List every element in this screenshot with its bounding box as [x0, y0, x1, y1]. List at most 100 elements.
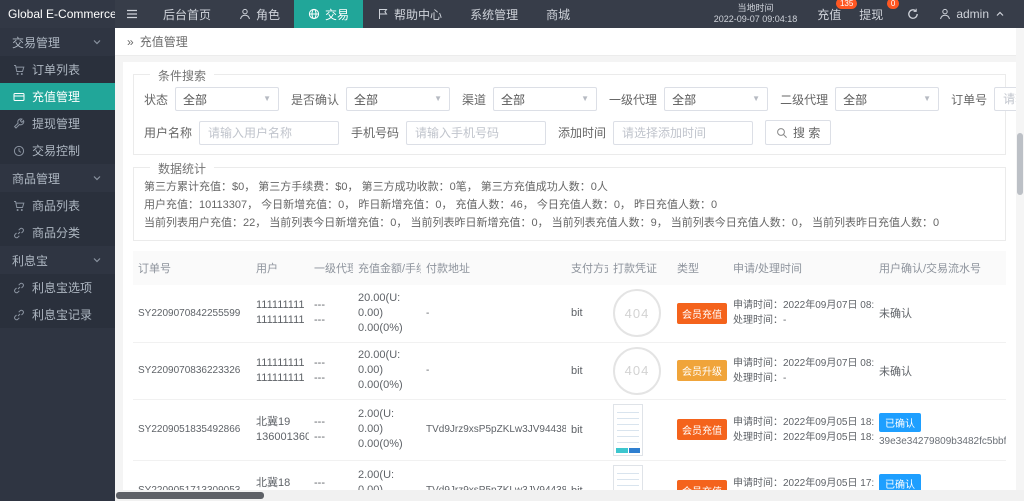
- type-cell: 会员升级: [672, 342, 728, 399]
- agent2: ---: [314, 430, 348, 445]
- recharge-notifications[interactable]: 充值 135: [817, 6, 841, 23]
- type-badge: 会员充值: [677, 480, 727, 490]
- agent2: ---: [314, 371, 348, 386]
- breadcrumb: » 充值管理: [115, 28, 1024, 56]
- type-cell: 会员充值: [672, 285, 728, 342]
- phone-input[interactable]: [406, 121, 546, 145]
- agent1: ---: [314, 298, 348, 313]
- confirm-select-value: 全部: [354, 91, 378, 108]
- sidebar-section-goods[interactable]: 商品管理: [0, 164, 115, 192]
- nav-roles[interactable]: 角色: [225, 0, 294, 28]
- col-user: 用户: [251, 251, 309, 285]
- add-time-input[interactable]: [613, 121, 753, 145]
- vertical-scrollbar[interactable]: [1016, 28, 1024, 490]
- clock-icon: [13, 145, 25, 157]
- chevron-up-icon: [994, 8, 1006, 20]
- col-pay-method: 支付方式: [566, 251, 608, 285]
- agent2-select[interactable]: 全部 ▼: [835, 87, 939, 111]
- pay-address: -: [421, 285, 566, 342]
- topbar-right: 当地时间 2022-09-07 09:04:18 充值 135 提现 0 adm…: [714, 0, 1024, 28]
- sidebar-item-interest-records[interactable]: 利息宝记录: [0, 301, 115, 328]
- nav-help-center[interactable]: 帮助中心: [363, 0, 456, 28]
- status-select-value: 全部: [183, 91, 207, 108]
- nav-trade[interactable]: 交易: [294, 0, 363, 28]
- col-amount-fee: 充值金额/手续费: [353, 251, 421, 285]
- user-phone: 111111111: [256, 313, 304, 328]
- sidebar-item-interest-options[interactable]: 利息宝选项: [0, 274, 115, 301]
- sidebar-toggle-icon[interactable]: [115, 0, 149, 28]
- order-no: SY2209070836223326: [133, 342, 251, 399]
- vertical-scrollbar-thumb[interactable]: [1017, 133, 1023, 195]
- chevron-down-icon: [91, 36, 103, 48]
- pay-method: bit: [566, 285, 608, 342]
- link-icon: [13, 227, 25, 239]
- stats-panel: 数据统计 第三方累计充值：$0， 第三方手续费：$0， 第三方成功收款：0笔， …: [133, 167, 1006, 241]
- confirm-cell: 未确认: [874, 285, 1006, 342]
- cart-icon: [13, 64, 25, 76]
- nav-dashboard[interactable]: 后台首页: [149, 0, 225, 28]
- sidebar-item-goods-category-label: 商品分类: [32, 224, 80, 241]
- nav-system[interactable]: 系统管理: [456, 0, 532, 28]
- recharge-count-badge: 135: [836, 0, 857, 9]
- caret-down-icon: ▼: [752, 95, 760, 103]
- confirm-select[interactable]: 全部 ▼: [346, 87, 450, 111]
- link-icon: [13, 309, 25, 321]
- confirm-status: 未确认: [879, 308, 912, 320]
- confirmed-badge: 已确认: [879, 413, 921, 432]
- content-card: 条件搜索 状态 全部 ▼ 是否确认 全部 ▼ 渠道: [123, 62, 1016, 490]
- horizontal-scrollbar[interactable]: [115, 490, 1024, 501]
- user-name: 北冀18: [256, 476, 304, 491]
- sidebar-item-goods-category[interactable]: 商品分类: [0, 219, 115, 246]
- top-navigation: 后台首页 角色 交易 帮助中心 系统管理 商城: [149, 0, 584, 28]
- sidebar-item-withdraw-mgmt[interactable]: 提现管理: [0, 110, 115, 137]
- order-no-input[interactable]: [994, 87, 1016, 111]
- status-select[interactable]: 全部 ▼: [175, 87, 279, 111]
- sidebar-item-trade-control[interactable]: 交易控制: [0, 137, 115, 164]
- pay-address: TVd9Jrz9xsP5pZKLw3JV94438a9sUE7Njm: [421, 399, 566, 460]
- stats-line-1: 第三方累计充值：$0， 第三方手续费：$0， 第三方成功收款：0笔， 第三方充值…: [144, 180, 995, 195]
- nav-roles-label: 角色: [256, 6, 280, 23]
- voucher-thumbnail[interactable]: [613, 404, 643, 456]
- sidebar-item-order-list[interactable]: 订单列表: [0, 56, 115, 83]
- user-icon: [939, 8, 951, 20]
- confirm-cell: 未确认: [874, 342, 1006, 399]
- user-menu[interactable]: admin: [929, 7, 1016, 21]
- sidebar: 交易管理 订单列表 充值管理 提现管理 交易控制 商品管理 商品列表 商品分类 …: [0, 28, 115, 501]
- page-title: 充值管理: [140, 33, 188, 50]
- refresh-button[interactable]: [897, 8, 929, 20]
- stats-panel-legend: 数据统计: [150, 160, 214, 177]
- filter-row-1: 状态 全部 ▼ 是否确认 全部 ▼ 渠道 全部: [144, 87, 995, 111]
- cart-icon: [13, 200, 25, 212]
- caret-down-icon: ▼: [923, 95, 931, 103]
- nav-dashboard-label: 后台首页: [163, 6, 211, 23]
- filter-confirm: 是否确认 全部 ▼: [291, 87, 450, 111]
- search-button[interactable]: 搜 索: [765, 120, 831, 145]
- recharge-table: 订单号 用户 一级代理/二级代理 充值金额/手续费 付款地址 支付方式 打款凭证…: [133, 251, 1006, 490]
- sidebar-section-interest[interactable]: 利息宝: [0, 246, 115, 274]
- agents-cell: --- ---: [309, 342, 353, 399]
- filter-status: 状态 全部 ▼: [144, 87, 279, 111]
- pay-method: bit: [566, 342, 608, 399]
- status-label: 状态: [144, 91, 168, 108]
- voucher-cell: 404: [608, 342, 672, 399]
- voucher-thumbnail[interactable]: [613, 465, 643, 491]
- filter-agent1: 一级代理 全部 ▼: [609, 87, 768, 111]
- user-cell: 北冀18 13600136018: [251, 460, 309, 490]
- username-input[interactable]: [199, 121, 339, 145]
- filter-phone: 手机号码: [351, 121, 546, 145]
- channel-select[interactable]: 全部 ▼: [493, 87, 597, 111]
- nav-mall[interactable]: 商城: [532, 0, 584, 28]
- sidebar-item-recharge-mgmt[interactable]: 充值管理: [0, 83, 115, 110]
- sidebar-item-goods-list[interactable]: 商品列表: [0, 192, 115, 219]
- withdraw-notifications[interactable]: 提现 0: [859, 6, 883, 23]
- amount-cell: 2.00(U: 0.00) 0.00(0%): [353, 399, 421, 460]
- agent1-select-value: 全部: [672, 91, 696, 108]
- sidebar-section-trade[interactable]: 交易管理: [0, 28, 115, 56]
- local-time: 当地时间 2022-09-07 09:04:18: [714, 3, 798, 26]
- image-404-placeholder: 404: [613, 347, 661, 395]
- agent1-select[interactable]: 全部 ▼: [664, 87, 768, 111]
- type-badge: 会员充值: [677, 419, 727, 440]
- times-cell: 申请时间：2022年09月05日 18:35:49 处理时间：2022年09月0…: [728, 399, 874, 460]
- user-name: 111111111: [256, 356, 304, 371]
- horizontal-scrollbar-thumb[interactable]: [116, 492, 264, 499]
